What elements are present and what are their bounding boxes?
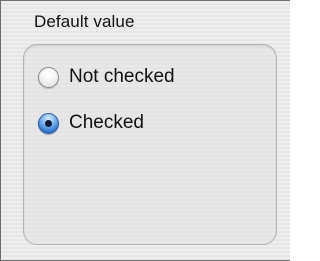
- radio-option-label: Checked: [69, 112, 144, 133]
- radio-unselected-icon[interactable]: [38, 66, 59, 88]
- settings-panel: Default value Not checked Checked: [0, 0, 290, 261]
- radio-selected-icon[interactable]: [38, 112, 59, 134]
- default-value-group-title: Default value: [34, 12, 135, 31]
- radio-option-checked[interactable]: Checked: [38, 111, 144, 135]
- radio-option-not-checked[interactable]: Not checked: [38, 65, 175, 89]
- radio-dot-icon: [45, 119, 52, 127]
- radio-option-label: Not checked: [69, 66, 175, 87]
